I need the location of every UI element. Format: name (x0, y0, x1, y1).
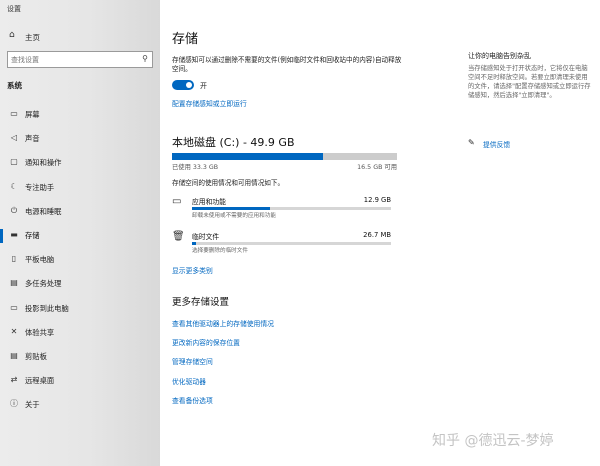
info-icon: ⓘ (10, 399, 18, 409)
projector-icon: ▭ (10, 302, 18, 312)
sidebar-item-label: 投影到此电脑 (25, 303, 69, 313)
category-usage-fill (192, 207, 270, 210)
category-usage-bar (192, 242, 391, 245)
sidebar-item-label: 电源和睡眠 (25, 206, 62, 216)
clipboard-icon: ▤ (10, 350, 18, 360)
category-temp-files[interactable]: 🗑 临时文件 26.7 MB 选择要删除的临时文件 (172, 230, 397, 258)
sidebar-item-shared-experiences[interactable]: ✕ 体验共享 (0, 321, 160, 345)
sidebar: ⌂ 主页 ⚲ 系统 ▭ 屏幕 ◁ 声音 ▢ 通知和操作 ☾ 专注助手 ⏻ 电源和… (0, 0, 160, 466)
page-title: 存储 (172, 32, 199, 47)
sidebar-item-label: 剪贴板 (25, 351, 47, 361)
category-size: 26.7 MB (363, 231, 391, 239)
multitask-icon: ▤ (10, 278, 18, 288)
disk-title: 本地磁盘 (C:) - 49.9 GB (172, 136, 295, 149)
sidebar-item-focus-assist[interactable]: ☾ 专注助手 (0, 176, 160, 200)
power-icon: ⏻ (10, 205, 18, 215)
sidebar-item-tablet[interactable]: ▯ 平板电脑 (0, 248, 160, 272)
sidebar-item-label: 远程桌面 (25, 376, 55, 386)
disk-usage-fill (172, 153, 323, 160)
section-label: 系统 (7, 81, 22, 90)
sidebar-item-power[interactable]: ⏻ 电源和睡眠 (0, 200, 160, 224)
monitor-icon: ▭ (10, 109, 18, 118)
disk-usage-bar (172, 153, 397, 160)
sidebar-item-home[interactable]: ⌂ 主页 (0, 28, 160, 44)
other-drives-link[interactable]: 查看其他驱动器上的存储使用情况 (172, 318, 274, 328)
aside-title: 让你的电脑告别杂乱 (468, 52, 531, 60)
sidebar-item-label: 平板电脑 (25, 255, 55, 265)
toggle-state-label: 开 (200, 82, 207, 90)
sidebar-item-label: 存储 (25, 230, 40, 240)
more-settings-title: 更多存储设置 (172, 297, 230, 308)
watermark: 知乎 @德迅云-梦婷 (432, 433, 554, 449)
manage-storage-spaces-link[interactable]: 管理存储空间 (172, 356, 213, 366)
save-location-link[interactable]: 更改新内容的保存位置 (172, 337, 240, 347)
storage-sense-toggle[interactable] (172, 80, 194, 90)
feedback-icon: ✎ (468, 138, 475, 147)
category-subtext: 选择要删除的临时文件 (192, 248, 248, 254)
search-icon[interactable]: ⚲ (142, 54, 148, 63)
search-box: ⚲ (7, 51, 153, 68)
trash-icon: 🗑 (172, 231, 185, 242)
sidebar-item-label: 多任务处理 (25, 279, 62, 289)
category-usage-bar (192, 207, 391, 210)
category-usage-fill (192, 242, 196, 245)
show-more-categories-link[interactable]: 显示更多类别 (172, 265, 213, 275)
sidebar-item-clipboard[interactable]: ▤ 剪贴板 (0, 345, 160, 369)
sidebar-item-label: 通知和操作 (25, 158, 62, 168)
sidebar-item-notifications[interactable]: ▢ 通知和操作 (0, 151, 160, 175)
storage-sense-description: 存储感知可以通过删除不需要的文件(例如临时文件和回收站中的内容)自动释放空间。 (172, 56, 402, 73)
window-title: 设置 (7, 5, 21, 13)
category-subtext: 卸载未使用或不需要的应用和功能 (192, 213, 276, 219)
sidebar-item-label: 关于 (25, 400, 40, 410)
disk-used-label: 已使用 33.3 GB (172, 164, 219, 171)
category-size: 12.9 GB (363, 196, 391, 204)
storage-icon: ▬ (10, 229, 18, 239)
share-icon: ✕ (10, 326, 18, 336)
speaker-icon: ◁ (10, 133, 18, 143)
main-content: 存储 存储感知可以通过删除不需要的文件(例如临时文件和回收站中的内容)自动释放空… (160, 0, 600, 466)
disk-description: 存储空间的使用情况和可用情况如下。 (172, 179, 285, 187)
sidebar-item-label: 体验共享 (25, 327, 55, 337)
search-input[interactable] (11, 54, 129, 65)
notification-icon: ▢ (10, 157, 18, 167)
sidebar-item-label: 声音 (25, 134, 40, 144)
sidebar-nav: ▭ 屏幕 ◁ 声音 ▢ 通知和操作 ☾ 专注助手 ⏻ 电源和睡眠 ▬ 存储 ▯ … (0, 103, 160, 417)
sidebar-item-about[interactable]: ⓘ 关于 (0, 393, 160, 417)
category-name: 应用和功能 (192, 198, 226, 206)
sidebar-item-label: 主页 (25, 33, 40, 42)
tablet-icon: ▯ (11, 254, 17, 264)
aside-description: 当存储感知处于打开状态时，它将仅在电脑空间不足时释放空间。若要立即清理未使用的文… (468, 65, 591, 99)
sidebar-item-storage[interactable]: ▬ 存储 (0, 224, 160, 248)
backup-options-link[interactable]: 查看备份选项 (172, 395, 213, 405)
remote-desktop-icon: ⇄ (10, 375, 18, 385)
category-apps[interactable]: ▭ 应用和功能 12.9 GB 卸载未使用或不需要的应用和功能 (172, 195, 397, 223)
sidebar-item-projecting[interactable]: ▭ 投影到此电脑 (0, 297, 160, 321)
sidebar-item-label: 屏幕 (25, 110, 40, 119)
category-name: 临时文件 (192, 233, 220, 241)
sidebar-item-label: 专注助手 (25, 182, 55, 192)
sidebar-item-sound[interactable]: ◁ 声音 (0, 127, 160, 151)
feedback-label: 提供反馈 (483, 141, 511, 149)
sidebar-item-display[interactable]: ▭ 屏幕 (0, 103, 160, 127)
optimize-drives-link[interactable]: 优化驱动器 (172, 376, 206, 386)
sidebar-item-remote-desktop[interactable]: ⇄ 远程桌面 (0, 369, 160, 393)
apps-icon: ▭ (172, 196, 182, 207)
moon-icon: ☾ (10, 181, 18, 191)
disk-free-label: 16.5 GB 可用 (357, 164, 397, 171)
toggle-knob (186, 82, 192, 88)
sidebar-item-multitasking[interactable]: ▤ 多任务处理 (0, 272, 160, 296)
home-icon: ⌂ (9, 30, 15, 40)
configure-storage-sense-link[interactable]: 配置存储感知或立即运行 (172, 98, 247, 108)
